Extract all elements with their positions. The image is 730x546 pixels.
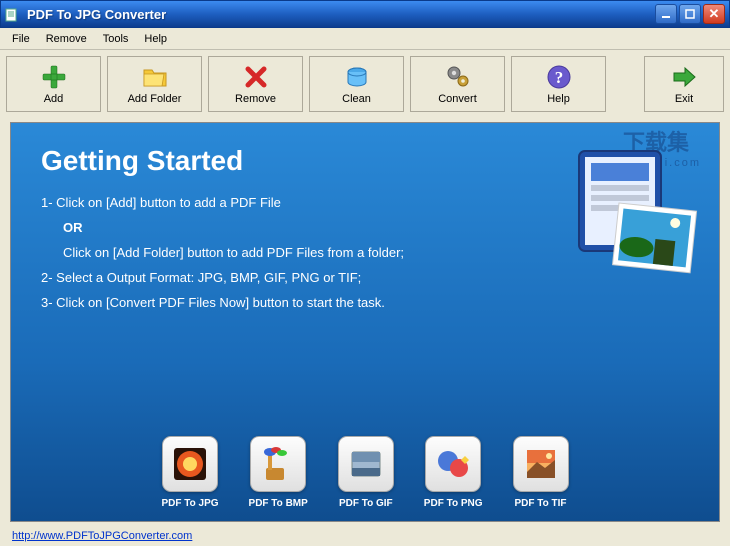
window-controls: ✕: [655, 4, 725, 24]
format-buttons: PDF To JPG PDF To BMP PDF To GIF PDF To …: [11, 436, 719, 509]
remove-button[interactable]: Remove: [208, 56, 303, 112]
titlebar: PDF To JPG Converter ✕: [0, 0, 730, 28]
toolbar: Add Add Folder Remove Clean Convert ? He…: [0, 50, 730, 118]
jpg-icon: [162, 436, 218, 492]
format-bmp[interactable]: PDF To BMP: [249, 436, 308, 509]
welcome-panel: 下载集 www.xzji.com Getting Started 1- Clic…: [10, 122, 720, 522]
format-gif[interactable]: PDF To GIF: [338, 436, 394, 509]
menubar: File Remove Tools Help: [0, 28, 730, 50]
add-folder-button[interactable]: Add Folder: [107, 56, 202, 112]
help-label: Help: [547, 93, 570, 105]
gif-icon: [338, 436, 394, 492]
help-icon: ?: [545, 63, 573, 91]
format-jpg[interactable]: PDF To JPG: [161, 436, 218, 509]
gear-icon: [444, 63, 472, 91]
clean-icon: [343, 63, 371, 91]
tif-label: PDF To TIF: [514, 498, 566, 509]
exit-button[interactable]: Exit: [644, 56, 724, 112]
add-folder-label: Add Folder: [128, 93, 182, 105]
menu-tools[interactable]: Tools: [95, 31, 137, 47]
help-button[interactable]: ? Help: [511, 56, 606, 112]
menu-remove[interactable]: Remove: [38, 31, 95, 47]
footer-link[interactable]: http://www.PDFToJPGConverter.com: [12, 530, 192, 542]
exit-label: Exit: [675, 93, 693, 105]
clean-label: Clean: [342, 93, 371, 105]
minimize-button[interactable]: [655, 4, 677, 24]
tif-icon: [513, 436, 569, 492]
convert-label: Convert: [438, 93, 477, 105]
svg-text:?: ?: [554, 68, 563, 87]
add-button[interactable]: Add: [6, 56, 101, 112]
maximize-button[interactable]: [679, 4, 701, 24]
png-icon: [425, 436, 481, 492]
bmp-icon: [250, 436, 306, 492]
convert-button[interactable]: Convert: [410, 56, 505, 112]
close-button[interactable]: ✕: [703, 4, 725, 24]
exit-arrow-icon: [670, 63, 698, 91]
format-png[interactable]: PDF To PNG: [424, 436, 483, 509]
folder-icon: [141, 63, 169, 91]
footer: http://www.PDFToJPGConverter.com: [0, 526, 730, 546]
plus-icon: [40, 63, 68, 91]
gif-label: PDF To GIF: [339, 498, 393, 509]
window-title: PDF To JPG Converter: [27, 7, 166, 22]
format-tif[interactable]: PDF To TIF: [513, 436, 569, 509]
jpg-label: PDF To JPG: [161, 498, 218, 509]
app-icon: [5, 6, 21, 22]
remove-icon: [242, 63, 270, 91]
clean-button[interactable]: Clean: [309, 56, 404, 112]
remove-label: Remove: [235, 93, 276, 105]
add-label: Add: [44, 93, 64, 105]
step-3: 3- Click on [Convert PDF Files Now] butt…: [41, 295, 689, 310]
menu-file[interactable]: File: [4, 31, 38, 47]
hero-graphic: [519, 143, 699, 293]
png-label: PDF To PNG: [424, 498, 483, 509]
menu-help[interactable]: Help: [136, 31, 175, 47]
bmp-label: PDF To BMP: [249, 498, 308, 509]
